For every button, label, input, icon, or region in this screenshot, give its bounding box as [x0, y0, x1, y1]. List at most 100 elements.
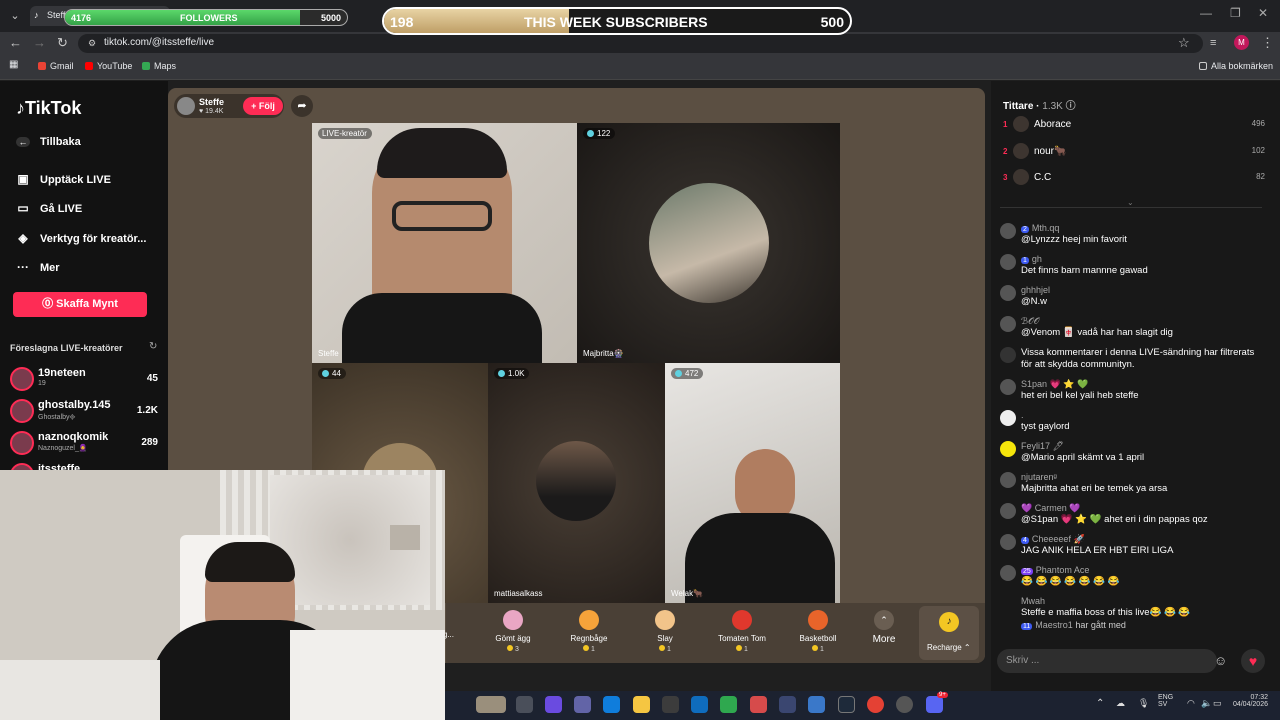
cloud-icon[interactable]: ☁: [1116, 698, 1125, 709]
media-queue-icon[interactable]: ≡: [1210, 37, 1216, 49]
bookmark-star-icon[interactable]: ☆: [1178, 35, 1190, 51]
clock[interactable]: 07:32 04/04/2026: [1226, 694, 1268, 708]
get-coins-button[interactable]: ⓪ Skaffa Mynt: [13, 292, 147, 317]
suggested-creator[interactable]: 19neteen 19 45: [10, 365, 160, 393]
coin-icon: [659, 645, 666, 651]
top-viewer[interactable]: 3 C.C 82: [1003, 169, 1265, 189]
taskbar-widget-icon[interactable]: [476, 696, 506, 713]
info-icon[interactable]: ⓘ: [1066, 101, 1076, 112]
back-icon[interactable]: ←: [9, 35, 22, 50]
gift-price: 1: [554, 645, 624, 653]
top-viewer[interactable]: 1 Aborace 496: [1003, 116, 1265, 136]
host-video-tile[interactable]: LIVE-kreatör Steffe: [312, 123, 577, 363]
chevron-up-icon: ⌃: [874, 610, 894, 630]
avatar: [1013, 143, 1029, 159]
task-view-icon[interactable]: [516, 696, 533, 713]
refresh-icon[interactable]: ↻: [149, 341, 157, 352]
wifi-icon[interactable]: ◠: [1187, 698, 1195, 709]
subscribers-goal-bar: 198 THIS WEEK SUBSCRIBERS 500: [382, 7, 852, 35]
expand-chevron-icon[interactable]: ⌄: [1127, 198, 1134, 207]
tile-name: Welak🐂: [671, 589, 704, 598]
url-box[interactable]: [78, 34, 1203, 53]
bookmarks-bar: [0, 54, 1280, 80]
viewer-name: nour🐂: [1034, 146, 1067, 157]
gift-item[interactable]: Tomaten Tom 1: [707, 606, 777, 653]
volume-icon[interactable]: 🔈: [1201, 698, 1212, 709]
battery-icon[interactable]: ▭: [1213, 698, 1222, 709]
nav-go-live[interactable]: ▭ Gå LIVE: [16, 201, 82, 215]
minimize-icon[interactable]: —: [1200, 6, 1212, 20]
tiktok-logo[interactable]: ♪TikTok: [16, 98, 81, 119]
comment-text: @Lynzzz heej min favorit: [1021, 234, 1127, 245]
suggested-creator[interactable]: naznoqkomik Naznoguzel_🧕 289: [10, 429, 160, 457]
comment-user: 25 Phantom Ace: [1021, 565, 1090, 575]
host-name: Steffe: [199, 97, 225, 107]
teams-icon[interactable]: [574, 696, 591, 713]
guest-video-tile[interactable]: 472 Welak🐂: [665, 363, 840, 603]
tray-chevron-up-icon[interactable]: ⌃: [1096, 698, 1104, 709]
suggested-creator[interactable]: ghostalby.145 Ghostalby᪣ 1.2K: [10, 397, 160, 425]
outlook-icon[interactable]: [691, 696, 708, 713]
app-icon[interactable]: [779, 696, 796, 713]
bookmark-gmail[interactable]: Gmail: [38, 61, 74, 71]
file-explorer-icon[interactable]: [633, 696, 650, 713]
guest-video-tile[interactable]: 1.0K mattiasalkass: [488, 363, 665, 603]
creator-sub: Ghostalby᪣: [38, 414, 76, 421]
security-icon[interactable]: [720, 696, 737, 713]
bookmark-youtube[interactable]: YouTube: [85, 61, 132, 71]
emoji-icon[interactable]: ☺: [1214, 653, 1227, 668]
tiktok-favicon-icon: ♪: [34, 10, 39, 20]
photos-icon[interactable]: [808, 696, 825, 713]
microphone-icon[interactable]: 🎙: [1138, 698, 1149, 709]
nav-creator-tools[interactable]: ◈ Verktyg för kreatör...: [16, 231, 146, 245]
comment-text: @N.w: [1021, 296, 1048, 307]
share-icon[interactable]: ➦: [291, 95, 313, 117]
site-info-icon[interactable]: ⚙: [88, 38, 96, 49]
url-text[interactable]: tiktok.com/@itssteffe/live: [104, 37, 214, 48]
tab-search-icon[interactable]: ⌄: [6, 7, 24, 25]
avatar: [1000, 441, 1016, 457]
copilot-icon[interactable]: [545, 696, 562, 713]
nav-more[interactable]: ··· Mer: [16, 260, 60, 274]
gift-item[interactable]: Slay 1: [630, 606, 700, 653]
browser-menu-icon[interactable]: ⋮: [1261, 35, 1274, 51]
chat-placeholder: Skriv ...: [1006, 655, 1040, 666]
recharge-button[interactable]: ♪ Recharge ⌃: [919, 606, 979, 660]
more-gifts-button[interactable]: ⌃ More: [859, 606, 909, 645]
terminal-icon[interactable]: [838, 696, 855, 713]
bookmark-maps[interactable]: Maps: [142, 61, 176, 71]
chrome-icon[interactable]: [867, 696, 884, 713]
reload-icon[interactable]: ↻: [57, 35, 68, 51]
comment-text: het eri bel kel yali heb steffe: [1021, 390, 1139, 401]
lang-indicator[interactable]: ENG SV: [1158, 694, 1173, 708]
gift-item[interactable]: Gömt ägg 3: [478, 606, 548, 653]
discord-icon[interactable]: [926, 696, 943, 713]
tile-name: Steffe: [318, 349, 339, 358]
all-bookmarks[interactable]: Alla bokmärken: [1199, 61, 1273, 71]
chat-input[interactable]: Skriv ...: [997, 649, 1217, 673]
edge-icon[interactable]: [603, 696, 620, 713]
forward-icon[interactable]: →: [33, 35, 46, 50]
apps-grid-icon[interactable]: ▦: [9, 59, 18, 70]
nav-back[interactable]: ← Tillbaka: [16, 136, 81, 148]
comment-user: 11 Maestro1 har gått med: [1021, 620, 1126, 630]
top-viewer[interactable]: 2 nour🐂 102: [1003, 143, 1265, 163]
obs-icon[interactable]: [896, 696, 913, 713]
follow-button[interactable]: + Följ: [243, 97, 283, 115]
youtube-icon: [85, 62, 93, 70]
gift-item[interactable]: Basketboll 1: [783, 606, 853, 653]
comment-user: ghhhjel: [1021, 285, 1051, 295]
bed-shape: [290, 630, 445, 720]
store-icon[interactable]: [662, 696, 679, 713]
office-icon[interactable]: [750, 696, 767, 713]
gift-heart-icon[interactable]: ♥: [1241, 649, 1265, 673]
maximize-icon[interactable]: ❐: [1230, 6, 1241, 20]
gift-item[interactable]: Regnbåge 1: [554, 606, 624, 653]
creator-name: ghostalby.145: [38, 399, 111, 411]
guest-video-tile[interactable]: 122 Majbritta🎡: [577, 123, 840, 363]
close-icon[interactable]: ✕: [1258, 6, 1268, 20]
profile-avatar[interactable]: M: [1234, 35, 1249, 50]
nav-discover-live[interactable]: ▣ Upptäck LIVE: [16, 172, 111, 186]
viewer-rank: 1: [1003, 120, 1008, 129]
more-dots-icon: ···: [17, 260, 29, 274]
